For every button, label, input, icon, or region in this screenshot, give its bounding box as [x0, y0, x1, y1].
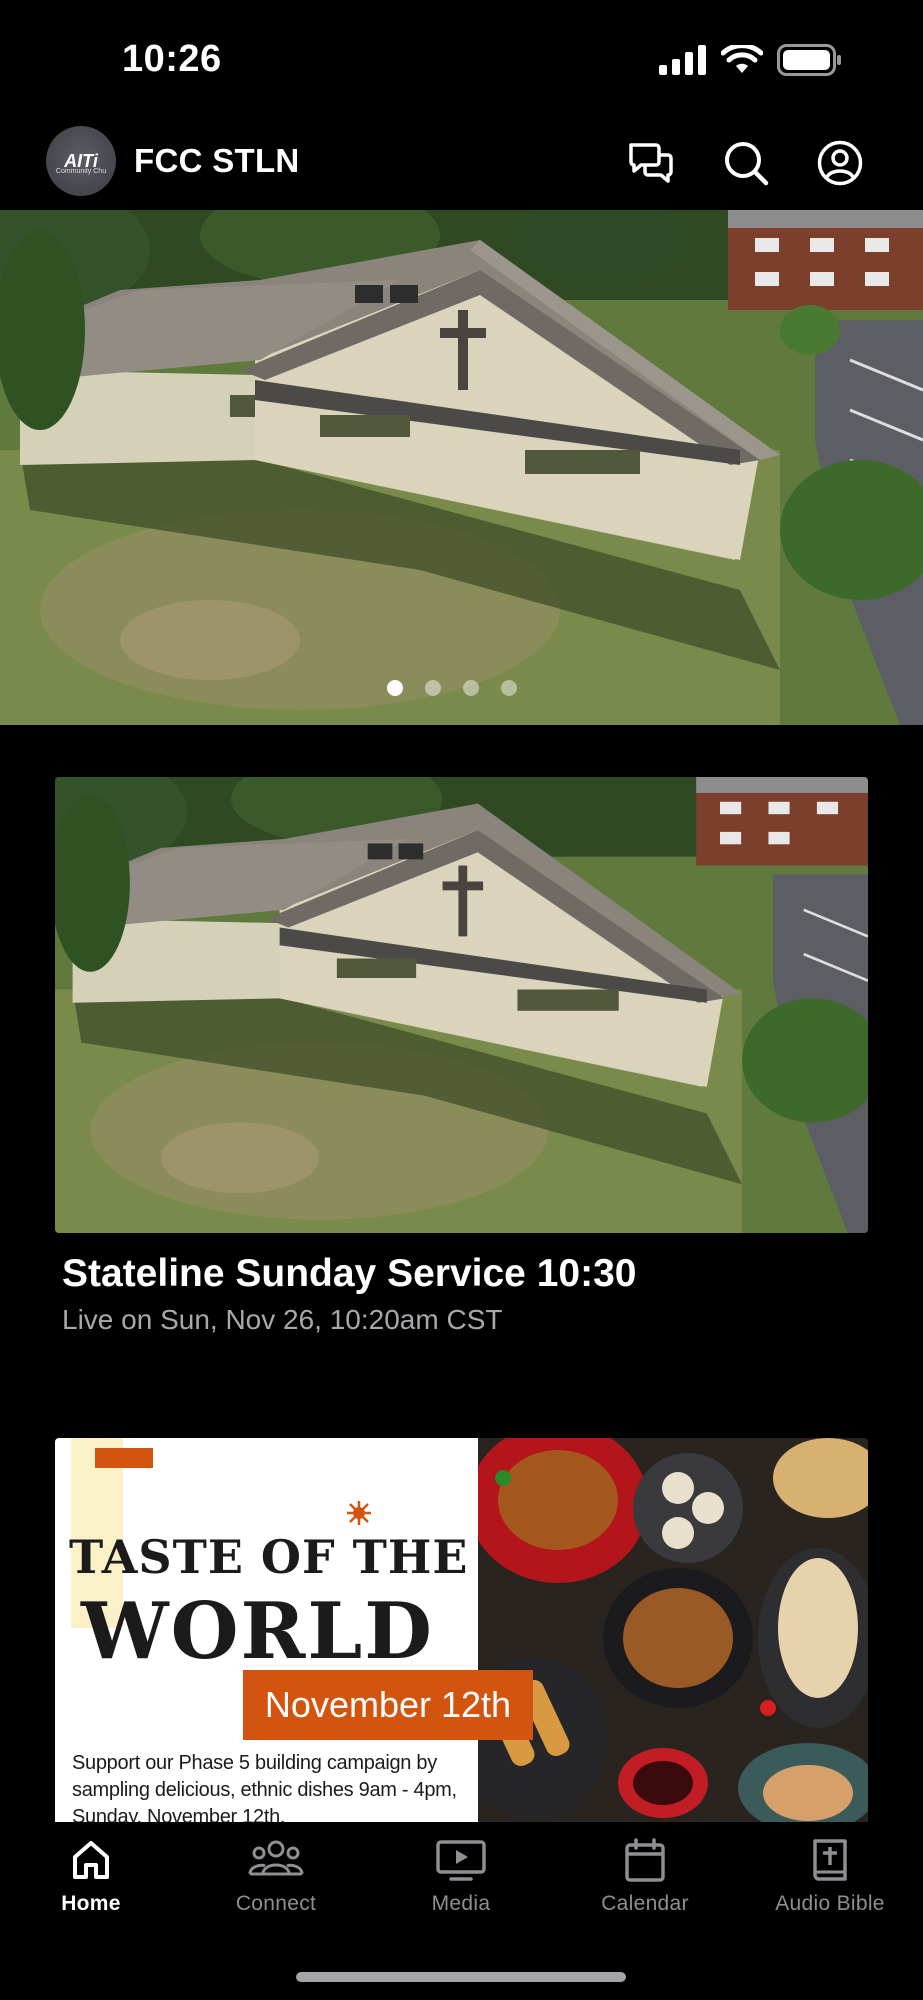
- promo-body: Support our Phase 5 building campaign by…: [72, 1752, 457, 1822]
- people-icon: [248, 1840, 304, 1876]
- media-icon: [436, 1840, 486, 1881]
- bible-icon: [813, 1839, 847, 1881]
- tab-calendar-label: Calendar: [601, 1892, 689, 1915]
- service-thumbnail[interactable]: [55, 777, 868, 1233]
- tab-home[interactable]: Home: [11, 1822, 171, 1942]
- calendar-icon: [625, 1838, 665, 1882]
- logo-subtext: Community Chu: [55, 168, 107, 175]
- hero-image: [0, 210, 923, 725]
- status-icons: [659, 44, 843, 76]
- carousel-dot-4[interactable]: [500, 680, 517, 696]
- promo-food-image: [458, 1438, 868, 1822]
- tab-connect-label: Connect: [235, 1892, 317, 1915]
- service-title[interactable]: Stateline Sunday Service 10:30: [62, 1252, 636, 1296]
- wifi-icon: [721, 45, 763, 73]
- tab-media[interactable]: Media: [381, 1822, 541, 1942]
- home-icon: [73, 1841, 109, 1879]
- tab-audio-bible-label: Audio Bible: [775, 1892, 885, 1915]
- tab-audio-bible[interactable]: Audio Bible: [750, 1822, 910, 1942]
- chat-icon[interactable]: [628, 140, 674, 186]
- tab-calendar[interactable]: Calendar: [565, 1822, 725, 1942]
- promo-text-panel: TASTE OF THE WORLD Support our Phase 5 b…: [55, 1438, 478, 1822]
- church-logo[interactable]: AITi Community Chu: [46, 126, 116, 196]
- cellular-signal-icon: [659, 45, 706, 75]
- home-indicator[interactable]: [296, 1972, 626, 1982]
- search-icon[interactable]: [723, 140, 769, 186]
- battery-icon: [777, 44, 841, 76]
- sparkle-icon: [347, 1501, 371, 1525]
- status-bar: 10:26: [0, 0, 923, 120]
- carousel-dot-2[interactable]: [424, 680, 441, 696]
- carousel-dot-1[interactable]: [386, 680, 403, 696]
- service-image: [55, 777, 868, 1233]
- promo-title-line2: WORLD: [81, 1586, 434, 1677]
- app-header: AITi Community Chu FCC STLN: [0, 126, 923, 200]
- tab-connect[interactable]: Connect: [196, 1822, 356, 1942]
- app-title: FCC STLN: [134, 142, 300, 179]
- service-subtitle: Live on Sun, Nov 26, 10:20am CST: [62, 1304, 503, 1335]
- carousel-dot-3[interactable]: [462, 680, 479, 696]
- promo-banner[interactable]: TASTE OF THE WORLD Support our Phase 5 b…: [55, 1438, 868, 1822]
- tab-home-label: Home: [61, 1892, 121, 1915]
- account-icon[interactable]: [817, 140, 863, 186]
- promo-accent-block: [95, 1448, 153, 1468]
- promo-title-line1: TASTE OF THE: [69, 1530, 469, 1584]
- promo-date: November 12th: [243, 1670, 533, 1740]
- carousel-dots[interactable]: [0, 680, 913, 696]
- hero-carousel[interactable]: [0, 210, 923, 725]
- status-time: 10:26: [122, 38, 222, 80]
- tab-media-label: Media: [431, 1892, 491, 1915]
